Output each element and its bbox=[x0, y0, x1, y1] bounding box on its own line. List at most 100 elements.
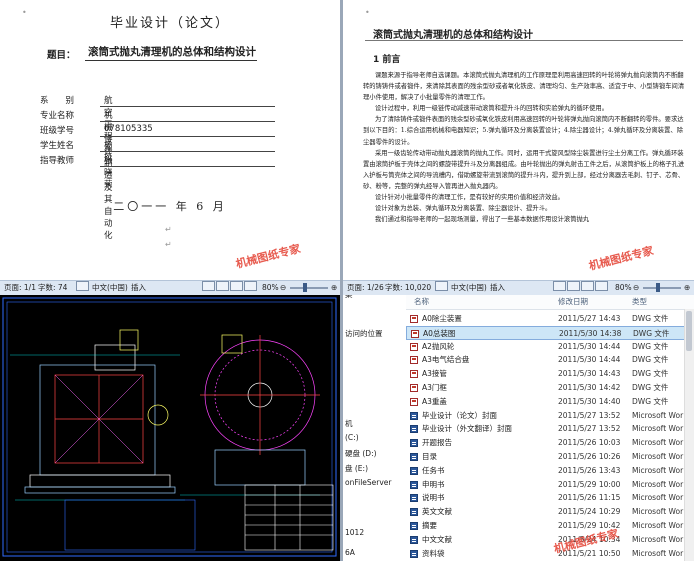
file-type: Microsoft Wor bbox=[632, 438, 684, 448]
file-row[interactable]: 毕业设计（外文翻译）封面 2011/5/27 13:52 Microsoft Wor bbox=[406, 422, 694, 436]
zoom-slider-thumb[interactable] bbox=[303, 283, 307, 292]
file-row[interactable]: 任务书 2011/5/26 13:43 Microsoft Wor bbox=[406, 464, 694, 478]
file-row[interactable]: 毕业设计（论文）封面 2011/5/27 13:52 Microsoft Wor bbox=[406, 409, 694, 423]
outline-view-icon[interactable] bbox=[244, 281, 257, 291]
status-bar: 页面: 1/1 字数: 74 中文(中国) 插入 80% ⊖ ⊕ bbox=[0, 280, 340, 295]
word-document-icon bbox=[410, 425, 418, 434]
file-date: 2011/5/30 14:44 bbox=[558, 355, 621, 365]
file-type: Microsoft Wor bbox=[632, 507, 684, 517]
nav-item-drive-c[interactable]: (C:) bbox=[345, 433, 359, 442]
zoom-out-icon[interactable]: ⊖ bbox=[280, 281, 286, 295]
file-name: A2抛风轮 bbox=[422, 341, 455, 351]
paragraph: 为了清除铸件或锻件表面的残余型砂或氧化铁皮利用高速回转的叶轮将弹丸抛向滚筒内不断… bbox=[363, 116, 684, 146]
section-heading: 1 前言 bbox=[373, 55, 401, 65]
file-row[interactable]: 摘要 2011/5/29 10:42 Microsoft Wor bbox=[406, 519, 694, 533]
file-row[interactable]: A0除尘装置 2011/5/27 14:43 DWG 文件 bbox=[406, 312, 694, 326]
file-type: DWG 文件 bbox=[632, 355, 669, 365]
zoom-in-icon[interactable]: ⊕ bbox=[684, 281, 690, 295]
status-insert-mode[interactable]: 插入 bbox=[131, 281, 146, 295]
watermark: 机械图纸专家 bbox=[234, 242, 302, 271]
file-list: 名称 修改日期 类型 A0除尘装置 2011/5/27 14:43 DWG 文件 A0… bbox=[406, 295, 694, 561]
file-row[interactable]: A3电气结合盘 2011/5/30 14:44 DWG 文件 bbox=[406, 353, 694, 367]
scrollbar-thumb[interactable] bbox=[686, 311, 692, 351]
nav-item[interactable]: 集 bbox=[345, 295, 353, 300]
topic-underline bbox=[85, 60, 257, 61]
print-layout-view-icon[interactable] bbox=[202, 281, 215, 291]
file-row[interactable]: 申明书 2011/5/29 10:00 Microsoft Wor bbox=[406, 478, 694, 492]
nav-item-drive-d[interactable]: 硬盘 (D:) bbox=[345, 448, 377, 459]
file-row[interactable]: A3重盖 2011/5/30 14:40 DWG 文件 bbox=[406, 395, 694, 409]
cad-drawing-canvas[interactable] bbox=[0, 295, 340, 561]
status-language[interactable]: 中文(中国) bbox=[92, 281, 128, 295]
column-header-name[interactable]: 名称 bbox=[414, 295, 429, 309]
nav-item-recent-places[interactable]: 访问的位置 bbox=[345, 328, 383, 339]
file-type: Microsoft Wor bbox=[632, 424, 684, 434]
cover-title: 毕业设计（论文） bbox=[109, 16, 230, 31]
word-document-icon bbox=[410, 508, 418, 517]
word-document-icon bbox=[410, 480, 418, 489]
zoom-level[interactable]: 80% bbox=[262, 281, 279, 295]
file-row[interactable]: 英文文献 2011/5/24 10:29 Microsoft Wor bbox=[406, 505, 694, 519]
dwg-file-icon bbox=[410, 342, 418, 351]
file-type: DWG 文件 bbox=[632, 396, 669, 406]
web-layout-view-icon[interactable] bbox=[230, 281, 243, 291]
print-layout-view-icon[interactable] bbox=[553, 281, 566, 291]
zoom-level[interactable]: 80% bbox=[615, 281, 632, 295]
status-page[interactable]: 页面: 1/1 bbox=[4, 281, 36, 295]
zoom-slider-thumb[interactable] bbox=[656, 283, 660, 292]
paragraph-mark: • bbox=[365, 8, 370, 17]
proofing-icon[interactable] bbox=[435, 281, 448, 291]
file-row[interactable]: A0总装图 2011/5/30 14:38 DWG 文件 bbox=[406, 325, 694, 340]
navigation-pane[interactable]: 集 访问的位置 机 (C:) 硬盘 (D:) 盘 (E:) onFileServ… bbox=[343, 295, 407, 561]
full-screen-view-icon[interactable] bbox=[567, 281, 580, 291]
file-name: 资料袋 bbox=[422, 548, 445, 558]
file-name: 毕业设计（论文）封面 bbox=[422, 410, 497, 420]
zoom-slider[interactable] bbox=[643, 287, 681, 289]
nav-item[interactable]: 1012 bbox=[345, 528, 364, 537]
status-words[interactable]: 字数: 10,020 bbox=[385, 281, 431, 295]
file-date: 2011/5/26 10:26 bbox=[558, 452, 621, 461]
file-date: 2011/5/30 14:40 bbox=[558, 396, 621, 406]
cad-drawing-window[interactable] bbox=[0, 295, 340, 561]
word-document-icon bbox=[410, 466, 418, 475]
nav-item-network[interactable]: onFileServer bbox=[345, 478, 392, 487]
file-row[interactable]: 中文文献 2011/5/24 10:34 Microsoft Wor bbox=[406, 533, 694, 547]
file-date: 2011/5/26 11:15 bbox=[558, 493, 621, 503]
zoom-out-icon[interactable]: ⊖ bbox=[633, 281, 639, 295]
status-words[interactable]: 字数: 74 bbox=[38, 281, 67, 295]
file-row[interactable]: 目录 2011/5/26 10:26 Microsoft Wor bbox=[406, 450, 694, 464]
status-language[interactable]: 中文(中国) bbox=[451, 281, 487, 295]
file-date: 2011/5/26 13:43 bbox=[558, 465, 621, 475]
file-row[interactable]: 开题报告 2011/5/26 10:03 Microsoft Wor bbox=[406, 436, 694, 450]
file-row[interactable]: A3接管 2011/5/30 14:43 DWG 文件 bbox=[406, 367, 694, 381]
paragraph: 设计过程中，利用一级链传动减速带动滚筒和提升斗的回转和实验弹丸的循环使用。 bbox=[375, 105, 608, 113]
status-insert-mode[interactable]: 插入 bbox=[490, 281, 505, 295]
column-header-date[interactable]: 修改日期 bbox=[558, 295, 588, 309]
paragraph: 课题来源于指导老师自选课题。本滚筒式抛丸清理机的工作原理是利用高速回转的叶轮将弹… bbox=[363, 72, 685, 102]
nav-item[interactable]: 6A bbox=[345, 548, 355, 557]
file-row[interactable]: A3门框 2011/5/30 14:42 DWG 文件 bbox=[406, 381, 694, 395]
watermark: 机械图纸专家 bbox=[587, 244, 655, 273]
outline-view-icon[interactable] bbox=[595, 281, 608, 291]
nav-item-computer[interactable]: 机 bbox=[345, 418, 353, 429]
paragraph: 设计针对小批量零件的清理工作，是有较好的实用价值和经济效益。 bbox=[375, 194, 564, 202]
web-layout-view-icon[interactable] bbox=[581, 281, 594, 291]
file-type: Microsoft Wor bbox=[632, 410, 684, 420]
status-page[interactable]: 页面: 1/26 bbox=[347, 281, 384, 295]
file-row[interactable]: 资料袋 2011/5/21 10:50 Microsoft Wor bbox=[406, 547, 694, 561]
vertical-scrollbar[interactable] bbox=[684, 309, 694, 561]
file-type: Microsoft Wor bbox=[632, 534, 684, 544]
file-type: Microsoft Wor bbox=[632, 548, 684, 558]
file-row[interactable]: A2抛风轮 2011/5/30 14:44 DWG 文件 bbox=[406, 340, 694, 354]
zoom-slider[interactable] bbox=[290, 287, 328, 289]
word-document-icon bbox=[410, 453, 418, 461]
zoom-in-icon[interactable]: ⊕ bbox=[331, 281, 337, 295]
full-screen-view-icon[interactable] bbox=[216, 281, 229, 291]
file-type: Microsoft Wor bbox=[632, 521, 684, 530]
proofing-icon[interactable] bbox=[76, 281, 89, 291]
file-date: 2011/5/27 14:43 bbox=[558, 314, 621, 323]
column-header-type[interactable]: 类型 bbox=[632, 295, 647, 309]
file-type: DWG 文件 bbox=[632, 369, 669, 379]
nav-item-drive-e[interactable]: 盘 (E:) bbox=[345, 463, 368, 474]
file-row[interactable]: 说明书 2011/5/26 11:15 Microsoft Wor bbox=[406, 491, 694, 505]
